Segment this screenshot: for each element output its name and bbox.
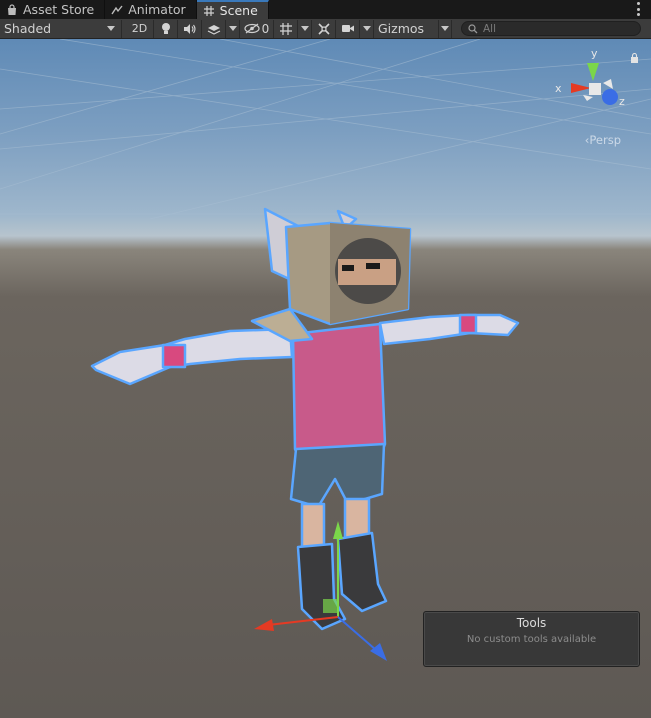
window-tab-bar: Asset Store Animator Scene [0,0,651,20]
tab-label: Animator [128,2,186,17]
grid-dropdown[interactable] [298,19,312,38]
gizmo-x-handle[interactable] [254,619,274,631]
scene-audio-button[interactable] [178,19,202,38]
gizmos-label: Gizmos [378,21,425,36]
tools-overlay-panel[interactable]: Tools No custom tools available [423,611,640,667]
effects-icon [207,24,220,35]
effects-dropdown[interactable] [226,19,240,38]
scene-search-field[interactable] [461,21,641,36]
orient-x-label: x [555,82,562,95]
hidden-object-count: 0 [261,21,270,36]
tab-label: Asset Store [23,2,95,17]
projection-toggle[interactable]: ‹Persp [585,133,621,147]
scene-camera-button[interactable] [336,19,360,38]
tab-label: Scene [219,3,258,18]
scene-effects-button[interactable] [202,19,226,38]
scene-lighting-button[interactable] [154,19,178,38]
gizmo-y-handle[interactable] [333,521,343,539]
orient-y-label: y [591,47,598,60]
animator-icon [111,4,123,16]
audio-icon [183,23,196,34]
camera-icon [341,25,354,32]
search-icon [468,23,478,33]
tab-scene[interactable]: Scene [196,0,269,19]
orient-x-cone[interactable] [571,83,591,93]
scene-grid-icon [203,5,215,17]
chevron-down-icon [441,26,449,31]
chevron-down-icon [300,26,309,31]
draw-mode-value: Shaded [4,21,52,36]
grid-snap-button[interactable] [274,19,298,38]
shopping-bag-icon [6,3,18,16]
lighting-bulb-icon [161,23,170,34]
scene-toolbar: Shaded 2D 0 Gizmos [0,19,651,39]
gizmos-dropdown[interactable]: Gizmos [374,20,438,38]
projection-label: Persp [589,133,621,147]
scene-visibility-icon [244,23,260,34]
tools-subtitle: No custom tools available [466,634,597,645]
toggle-2d-label: 2D [131,22,148,35]
camera-dropdown[interactable] [360,19,374,38]
orient-z-label: z [619,95,625,108]
tools-button[interactable] [312,19,336,38]
toggle-2d-button[interactable]: 2D [126,19,154,38]
orient-center-cube[interactable] [589,83,601,95]
orient-z-cone[interactable] [602,89,618,105]
tab-animator[interactable]: Animator [105,0,197,19]
lock-icon[interactable] [630,53,639,63]
chevron-down-icon [107,26,115,31]
tools-title: Tools [516,616,547,630]
window-menu-icon[interactable] [633,2,643,16]
gizmos-menu-dropdown[interactable] [438,19,452,38]
chevron-down-icon [228,26,237,31]
tab-asset-store[interactable]: Asset Store [0,0,106,19]
scene-visibility-button[interactable]: 0 [240,19,274,38]
orient-y-cone[interactable] [587,63,599,81]
search-input[interactable] [483,22,623,35]
gizmo-plane-handle[interactable] [323,599,337,613]
draw-mode-dropdown[interactable]: Shaded [0,19,122,38]
grid-snap-icon [279,22,292,35]
chevron-down-icon [362,26,371,31]
tools-icon [317,22,330,35]
